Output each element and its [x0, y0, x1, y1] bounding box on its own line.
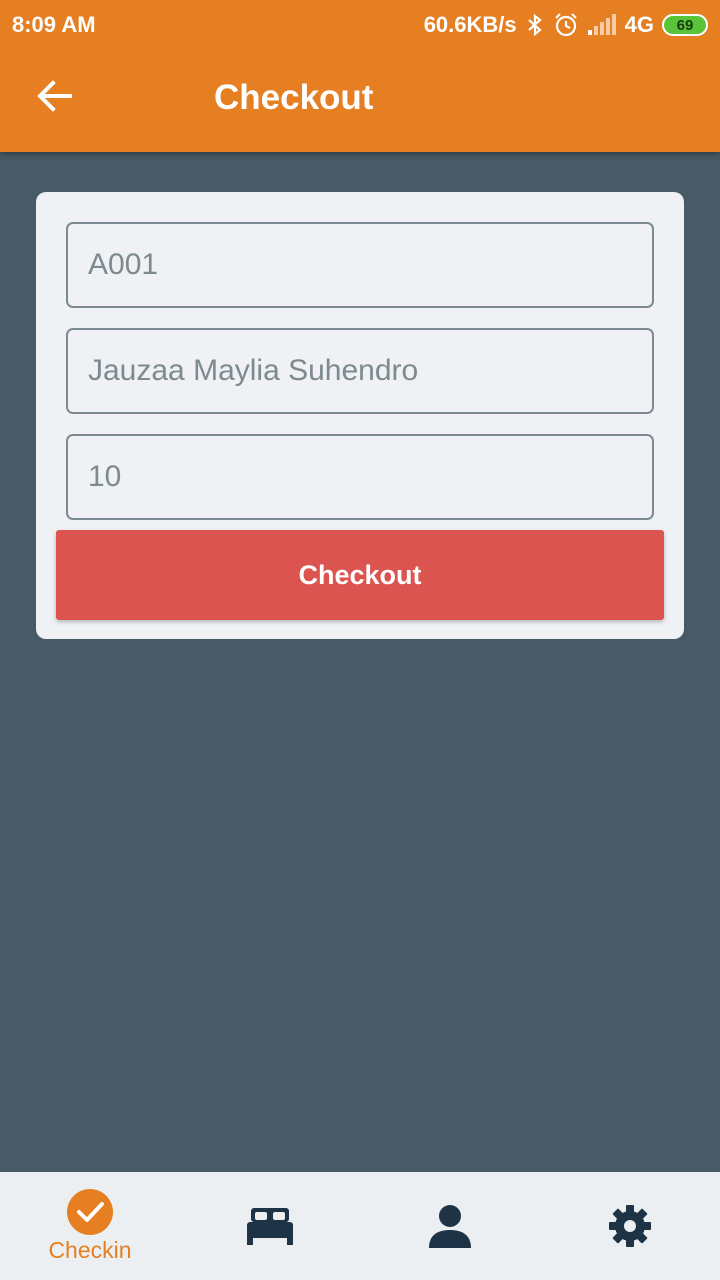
- nav-item-checkin[interactable]: Checkin: [0, 1172, 180, 1280]
- page-title: Checkout: [214, 78, 374, 117]
- status-time: 8:09 AM: [12, 12, 96, 37]
- quantity-input[interactable]: [88, 460, 632, 494]
- arrow-back-icon: [37, 80, 72, 112]
- bed-icon: [247, 1208, 293, 1245]
- room-code-input[interactable]: [88, 248, 632, 282]
- nav-item-profile[interactable]: [360, 1172, 540, 1280]
- net-speed: 60.6KB/s: [423, 12, 517, 37]
- alarm-icon: [554, 13, 577, 37]
- room-code-field[interactable]: [66, 222, 654, 308]
- nav-item-rooms[interactable]: [180, 1172, 360, 1280]
- bluetooth-icon: [527, 13, 542, 37]
- network-type: 4G: [624, 12, 654, 37]
- battery-level: 69: [676, 16, 694, 34]
- guest-name-input[interactable]: [88, 354, 632, 388]
- status-icons: 60.6KB/s 4G 69: [424, 12, 708, 38]
- screen: Checkout 8:09 AM 60.6KB/s 4G 69 A001 Jau…: [0, 0, 720, 1280]
- gear-icon: [609, 1205, 651, 1247]
- checkout-button[interactable]: Checkout: [56, 530, 664, 620]
- checkout-card: Checkout: [36, 192, 684, 639]
- app-bar: Checkout: [0, 40, 720, 152]
- guest-name-field[interactable]: [66, 328, 654, 414]
- back-button[interactable]: [30, 76, 78, 116]
- battery-icon: 69: [662, 14, 708, 36]
- quantity-field[interactable]: [66, 434, 654, 520]
- nav-item-settings[interactable]: [540, 1172, 720, 1280]
- bottom-nav: Checkin: [0, 1172, 720, 1280]
- status-bar: 8:09 AM 60.6KB/s 4G 69: [0, 0, 720, 50]
- nav-label-checkin: Checkin: [48, 1236, 132, 1263]
- signal-icon: [587, 14, 616, 35]
- check-circle-icon: [67, 1188, 113, 1235]
- person-icon: [429, 1205, 471, 1248]
